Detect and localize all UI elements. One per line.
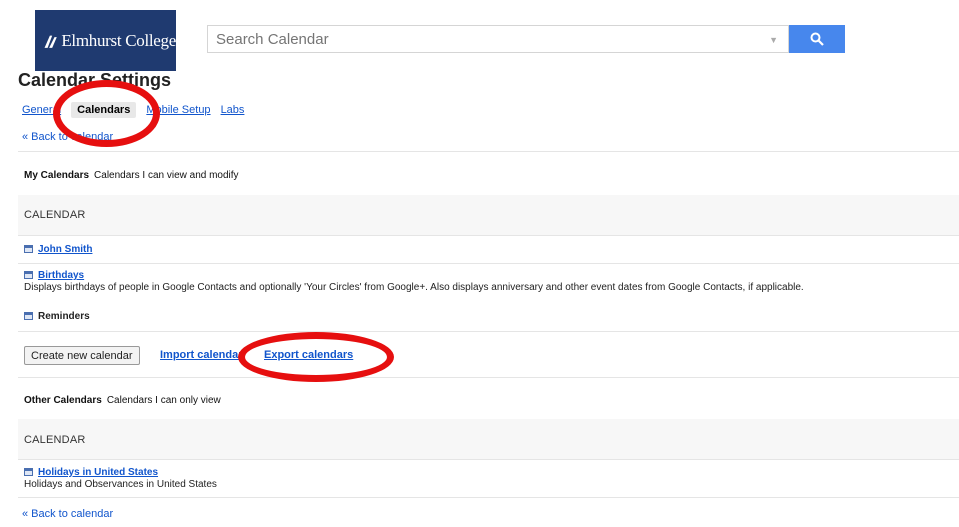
calendar-row-birthdays: Birthdays	[24, 270, 84, 281]
divider	[18, 151, 959, 152]
tab-mobile-setup[interactable]: Mobile Setup	[146, 104, 210, 116]
calendar-column-header-band	[18, 419, 959, 459]
other-calendars-heading: Other Calendars Calendars I can only view	[24, 395, 221, 406]
college-logo[interactable]: Elmhurst College	[35, 10, 176, 71]
my-calendars-title: My Calendars	[24, 170, 90, 181]
my-calendars-subtitle: Calendars I can view and modify	[94, 170, 239, 181]
calendar-icon	[24, 271, 33, 279]
calendar-column-header-band	[18, 195, 959, 235]
calendar-icon	[24, 468, 33, 476]
logo-flame-icon	[44, 35, 57, 48]
search-box[interactable]: ▼	[207, 25, 789, 53]
back-to-calendar-link[interactable]: « Back to calendar	[22, 131, 113, 143]
calendar-description: Displays birthdays of people in Google C…	[24, 282, 804, 293]
search-icon	[810, 32, 824, 46]
other-calendars-title: Other Calendars	[24, 395, 102, 406]
calendar-name: Reminders	[38, 311, 90, 322]
logo-text: Elmhurst College	[61, 30, 176, 50]
back-to-calendar-link-bottom[interactable]: « Back to calendar	[22, 508, 113, 520]
search-input[interactable]	[208, 26, 764, 52]
settings-tabs: General Calendars Mobile Setup Labs	[22, 102, 254, 118]
tab-labs[interactable]: Labs	[221, 104, 245, 116]
divider	[18, 459, 959, 460]
other-calendars-column-header: CALENDAR	[24, 434, 86, 446]
calendar-icon	[24, 312, 33, 320]
divider	[18, 377, 959, 378]
export-calendars-link[interactable]: Export calendars	[264, 349, 353, 361]
other-calendars-subtitle: Calendars I can only view	[106, 395, 221, 406]
divider	[18, 331, 959, 332]
calendar-icon	[24, 245, 33, 253]
calendar-name-link[interactable]: Birthdays	[38, 270, 84, 281]
calendar-description: Holidays and Observances in United State…	[24, 479, 217, 490]
my-calendars-heading: My Calendars Calendars I can view and mod…	[24, 170, 239, 181]
calendar-name-link[interactable]: John Smith	[38, 244, 92, 255]
calendar-row-john-smith: John Smith	[24, 244, 92, 255]
calendar-name-link[interactable]: Holidays in United States	[38, 467, 158, 478]
divider	[18, 497, 959, 498]
tab-calendars[interactable]: Calendars	[71, 102, 137, 118]
divider	[18, 235, 959, 236]
import-calendar-link[interactable]: Import calendar	[160, 349, 243, 361]
search-options-caret-icon[interactable]: ▼	[769, 35, 778, 45]
page-title: Calendar Settings	[18, 70, 172, 90]
tab-general[interactable]: General	[22, 104, 61, 116]
my-calendars-column-header: CALENDAR	[24, 209, 86, 221]
calendar-row-holidays: Holidays in United States	[24, 467, 158, 478]
calendar-row-reminders: Reminders	[24, 311, 90, 322]
create-new-calendar-button[interactable]: Create new calendar	[24, 346, 140, 365]
divider	[18, 263, 959, 264]
search-button[interactable]	[789, 25, 845, 53]
